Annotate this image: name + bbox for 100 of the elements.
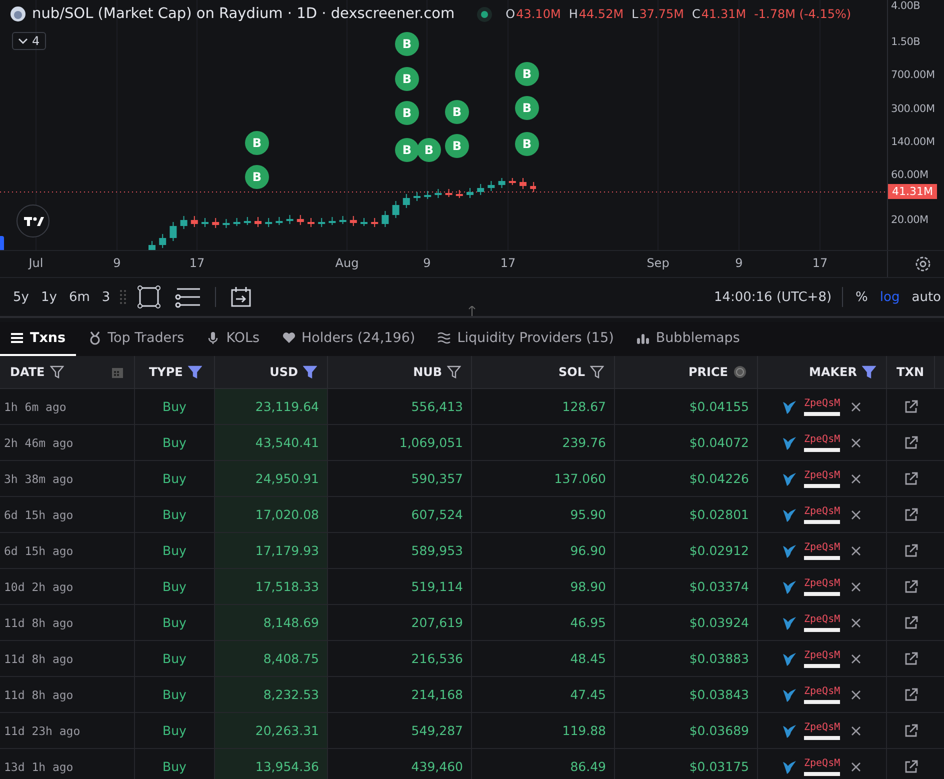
column-header[interactable]: SOL bbox=[472, 356, 615, 388]
column-label: USD bbox=[270, 365, 298, 379]
resize-handle-icon[interactable] bbox=[467, 306, 477, 316]
external-link-icon[interactable] bbox=[904, 472, 918, 486]
tab[interactable]: KOLs bbox=[196, 322, 270, 356]
tab[interactable]: Liquidity Providers (15) bbox=[427, 322, 624, 356]
token-amount-cell: 607,524 bbox=[328, 497, 472, 532]
token-icon bbox=[10, 6, 26, 22]
close-icon[interactable] bbox=[850, 760, 862, 772]
external-link-icon[interactable] bbox=[904, 400, 918, 414]
filter-icon[interactable] bbox=[590, 365, 604, 379]
maker-link[interactable]: ZpeQsM bbox=[804, 578, 840, 596]
indicators-toggle[interactable]: 4 bbox=[12, 32, 46, 50]
column-label: SOL bbox=[558, 365, 585, 379]
range-button[interactable]: 6m bbox=[66, 288, 93, 306]
maker-link[interactable]: ZpeQsM bbox=[804, 506, 840, 524]
range-button[interactable]: 5y bbox=[10, 288, 32, 306]
column-header[interactable]: DATE bbox=[0, 356, 135, 388]
tab[interactable]: Top Traders bbox=[78, 322, 194, 356]
coin-icon[interactable] bbox=[733, 365, 747, 379]
scale-toggle[interactable]: log bbox=[876, 288, 903, 306]
maker-link[interactable]: ZpeQsM bbox=[804, 758, 840, 776]
usd-cell: 23,119.64 bbox=[215, 389, 328, 424]
column-header[interactable]: NUB bbox=[328, 356, 472, 388]
usd-cell: 13,954.36 bbox=[215, 749, 328, 779]
close-icon[interactable] bbox=[850, 436, 862, 448]
filter-icon[interactable] bbox=[862, 365, 876, 379]
date-cell: 2h 46m ago bbox=[0, 425, 135, 460]
candle bbox=[477, 184, 484, 196]
candle bbox=[382, 210, 389, 228]
external-link-icon[interactable] bbox=[904, 760, 918, 774]
price-axis-label: 60.00M bbox=[891, 169, 928, 181]
tab[interactable]: Bubblemaps bbox=[626, 322, 750, 356]
maker-link[interactable]: ZpeQsM bbox=[804, 686, 840, 704]
close-icon[interactable] bbox=[850, 616, 862, 628]
external-link-icon[interactable] bbox=[904, 652, 918, 666]
range-button[interactable]: 3 bbox=[98, 288, 114, 306]
ohlc-label: C bbox=[692, 7, 700, 21]
select-area-icon[interactable] bbox=[137, 285, 162, 309]
drag-handle-icon[interactable] bbox=[119, 290, 128, 304]
maker-link[interactable]: ZpeQsM bbox=[804, 614, 840, 632]
close-icon[interactable] bbox=[850, 544, 862, 556]
candle bbox=[371, 218, 378, 228]
filter-icon[interactable] bbox=[303, 365, 317, 379]
candle bbox=[392, 200, 400, 218]
column-label: PRICE bbox=[688, 365, 728, 379]
close-icon[interactable] bbox=[850, 688, 862, 700]
external-link-icon[interactable] bbox=[904, 508, 918, 522]
candle bbox=[308, 218, 314, 228]
external-link-icon[interactable] bbox=[904, 616, 918, 630]
candle bbox=[190, 216, 198, 228]
settings-icon[interactable] bbox=[915, 256, 931, 272]
close-icon[interactable] bbox=[850, 580, 862, 592]
candle bbox=[180, 216, 188, 230]
external-link-icon[interactable] bbox=[904, 436, 918, 450]
filter-icon[interactable] bbox=[447, 365, 461, 379]
price-axis-label: 700.00M bbox=[891, 69, 935, 81]
scale-toggle[interactable]: % bbox=[852, 288, 871, 306]
time-axis-label: 9 bbox=[423, 256, 431, 270]
close-icon[interactable] bbox=[850, 472, 862, 484]
filter-icon[interactable] bbox=[50, 365, 64, 379]
close-icon[interactable] bbox=[850, 400, 862, 412]
tab[interactable]: Holders (24,196) bbox=[272, 322, 426, 356]
list-icon[interactable] bbox=[175, 286, 202, 308]
maker-link[interactable]: ZpeQsM bbox=[804, 470, 840, 488]
close-icon[interactable] bbox=[850, 724, 862, 736]
range-button[interactable]: 1y bbox=[38, 288, 60, 306]
token-amount-cell: 549,287 bbox=[328, 713, 472, 748]
scale-toggle[interactable]: auto bbox=[908, 288, 944, 306]
maker-link[interactable]: ZpeQsM bbox=[804, 722, 840, 740]
maker-link[interactable]: ZpeQsM bbox=[804, 650, 840, 668]
maker-link[interactable]: ZpeQsM bbox=[804, 434, 840, 452]
token-amount-cell: 1,069,051 bbox=[328, 425, 472, 460]
close-icon[interactable] bbox=[850, 508, 862, 520]
token-amount-cell: 207,619 bbox=[328, 605, 472, 640]
price-cell: $0.02801 bbox=[615, 497, 758, 532]
external-link-icon[interactable] bbox=[904, 688, 918, 702]
external-link-icon[interactable] bbox=[904, 724, 918, 738]
filter-icon[interactable] bbox=[188, 365, 202, 379]
close-icon[interactable] bbox=[850, 652, 862, 664]
time-axis-label: 17 bbox=[189, 256, 205, 270]
external-link-icon[interactable] bbox=[904, 544, 918, 558]
column-label: NUB bbox=[413, 365, 442, 379]
token-amount-cell: 439,460 bbox=[328, 749, 472, 779]
column-header[interactable]: MAKER bbox=[758, 356, 887, 388]
time-axis-label: 9 bbox=[735, 256, 743, 270]
maker-link[interactable]: ZpeQsM bbox=[804, 542, 840, 560]
calendar-icon[interactable] bbox=[230, 286, 252, 308]
price-axis-label: 1.50B bbox=[891, 36, 920, 48]
column-header[interactable]: TYPE bbox=[135, 356, 215, 388]
sol-cell: 47.45 bbox=[472, 677, 615, 712]
column-header[interactable]: TXN bbox=[887, 356, 935, 388]
external-link-icon[interactable] bbox=[904, 580, 918, 594]
column-header[interactable]: PRICE bbox=[615, 356, 758, 388]
price-change: -1.78M (-4.15%) bbox=[754, 7, 852, 21]
column-header[interactable]: USD bbox=[215, 356, 328, 388]
ohlc-label: H bbox=[568, 7, 578, 21]
candle bbox=[456, 190, 463, 198]
maker-link[interactable]: ZpeQsM bbox=[804, 398, 840, 416]
candle bbox=[170, 222, 177, 242]
